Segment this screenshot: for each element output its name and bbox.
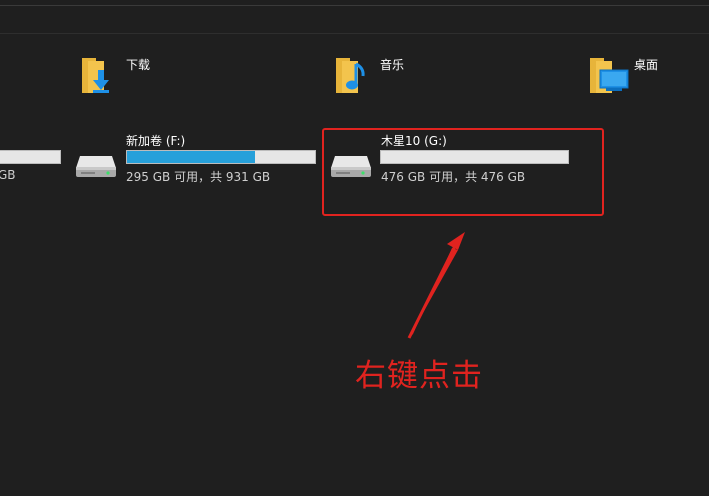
annotation-text: 右键点击 bbox=[355, 358, 483, 394]
annotation-arrow-icon bbox=[407, 232, 465, 339]
file-explorer-view: 下载 音乐 桌面 GB 新加卷 (F:) 295 GB 可用，共 931 GB … bbox=[0, 0, 709, 496]
